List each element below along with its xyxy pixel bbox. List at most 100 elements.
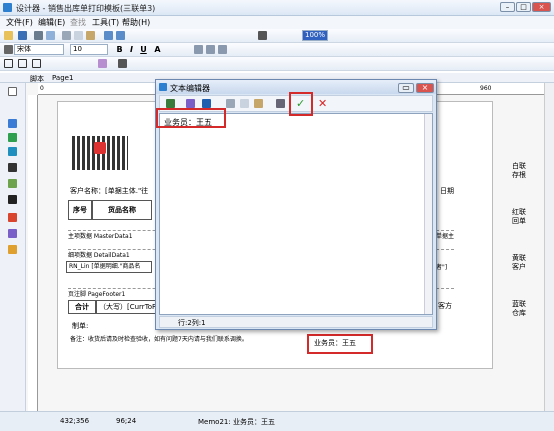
line-tool-icon[interactable] [8, 163, 17, 172]
side-copy-red: 红联回单 [512, 208, 526, 226]
cancel-x-icon[interactable]: ✕ [318, 97, 327, 110]
memo-highlight [307, 334, 373, 354]
status-bar: 432;356 96;24 Memo21: 业务员：王五 [0, 411, 554, 431]
detail-row-tail: 者"] [436, 264, 448, 271]
font-size-combo[interactable]: 10 [70, 44, 108, 55]
save-icon[interactable] [18, 31, 27, 40]
minimize-button[interactable]: – [500, 2, 515, 12]
title-bar: 设计器 - 销售出库单打印模板(三联单3) – □ × [0, 0, 554, 16]
window-title: 设计器 - 销售出库单打印模板(三联单3) [16, 4, 156, 13]
ruler-start: 0 [40, 85, 44, 92]
date-label[interactable]: 日期 [440, 188, 454, 195]
app-icon [3, 3, 12, 12]
font-combo[interactable]: 宋体 [14, 44, 64, 55]
menu-tools[interactable]: 工具(T) [92, 17, 119, 28]
cut-icon[interactable] [62, 31, 71, 40]
dialog-close-button[interactable]: × [416, 83, 434, 93]
maker-label[interactable]: 制单: [72, 323, 88, 330]
fill-color-icon[interactable] [98, 59, 107, 68]
shape-tool-icon[interactable] [8, 229, 17, 238]
dialog-icon [159, 83, 167, 91]
preview-icon[interactable] [46, 31, 55, 40]
toolbar-frame [0, 57, 554, 71]
font-color-button[interactable]: A [152, 44, 163, 55]
editor-scrollbar[interactable] [424, 114, 432, 314]
richtext-tool-icon[interactable] [8, 245, 17, 254]
cut-icon[interactable] [226, 99, 235, 108]
line-color-icon[interactable] [118, 59, 127, 68]
copy-icon[interactable] [74, 31, 83, 40]
frame-all-icon[interactable] [4, 59, 13, 68]
cursor-position: 行:2列:1 [178, 319, 206, 327]
master-band-label: 主项数据 MasterData1 [68, 233, 133, 240]
undo-icon[interactable] [104, 31, 113, 40]
frame-none-icon[interactable] [32, 59, 41, 68]
header-seq[interactable]: 序号 [68, 200, 92, 220]
toolbar-format: 宋体 10 B I U A [0, 43, 554, 57]
maximize-button[interactable]: □ [516, 2, 531, 12]
close-button[interactable]: × [532, 2, 551, 12]
font-icon [4, 45, 13, 54]
redo-icon[interactable] [116, 31, 125, 40]
detail-row-cell[interactable]: RN_Lin [单据明细."商品名 [66, 261, 152, 273]
print-icon[interactable] [34, 31, 43, 40]
header-name[interactable]: 货品名称 [92, 200, 152, 220]
new-icon[interactable] [4, 31, 13, 40]
menu-help[interactable]: 帮助(H) [122, 17, 150, 28]
side-copy-yellow-text: 黄联客户 [512, 254, 526, 271]
dialog-restore-button[interactable]: ▭ [398, 83, 414, 93]
text-tool-icon[interactable] [8, 119, 17, 128]
grid-icon[interactable] [258, 31, 267, 40]
selected-object: Memo21: 业务员：王五 [198, 418, 275, 426]
total-tail: 客方 [438, 302, 452, 310]
copy-icon[interactable] [240, 99, 249, 108]
master-tail: 单据主 [436, 233, 455, 240]
left-toolbox [0, 83, 26, 411]
paste-icon[interactable] [86, 31, 95, 40]
band-tool-icon[interactable] [8, 133, 17, 142]
footer-band-label: 页注脚 PageFooter1 [68, 291, 126, 298]
ruler-end: 960 [480, 85, 492, 92]
aggregate-icon[interactable] [202, 99, 211, 108]
menu-find[interactable]: 查找 [70, 17, 86, 28]
tab-page1[interactable]: Page1 [52, 74, 73, 82]
picture-tool-icon[interactable] [8, 179, 17, 188]
table-tool-icon[interactable] [8, 147, 17, 156]
side-copy-yellow: 黄联客户 [512, 254, 526, 272]
bold-button[interactable]: B [114, 44, 125, 55]
align-left-icon[interactable] [194, 45, 203, 54]
total-upper[interactable]: （大写）[CurrToRM [96, 300, 156, 314]
object-size: 96;24 [116, 417, 137, 425]
align-right-icon[interactable] [218, 45, 227, 54]
menu-edit[interactable]: 编辑(E) [38, 17, 65, 28]
side-copy-blue-text: 蓝联仓库 [512, 300, 526, 317]
total-label[interactable]: 合计 [68, 300, 96, 314]
frame-top-icon[interactable] [18, 59, 27, 68]
insert-expression-icon[interactable] [166, 99, 175, 108]
underline-button[interactable]: U [138, 44, 149, 55]
remark-note[interactable]: 备注：收货后请及时检查验收，如有问题7天内请与我们联系调换。 [70, 336, 248, 343]
menu-bar: 文件(F) 编辑(E) 查找 工具(T) 帮助(H) [0, 16, 554, 29]
content-highlight [156, 108, 226, 128]
customer-label[interactable]: 客户名称：[单据主体."往 [70, 188, 148, 195]
paste-icon[interactable] [254, 99, 263, 108]
select-tool-icon[interactable] [8, 87, 17, 96]
vertical-ruler [28, 95, 38, 411]
align-center-icon[interactable] [206, 45, 215, 54]
dialog-statusbar: 行:2列:1 [159, 316, 433, 328]
side-copy-white: 白联存根 [512, 162, 526, 180]
italic-button[interactable]: I [126, 44, 137, 55]
detail-band-label: 细项数据 DetailData1 [68, 252, 130, 259]
logo-badge [94, 142, 106, 154]
barcode-tool-icon[interactable] [8, 195, 17, 204]
word-wrap-icon[interactable] [276, 99, 285, 108]
side-copy-blue: 蓝联仓库 [512, 300, 526, 318]
toolbar-standard: 100% [0, 29, 554, 43]
vertical-scrollbar[interactable] [544, 83, 554, 411]
zoom-combo[interactable]: 100% [302, 30, 328, 41]
side-copy-white-text: 白联存根 [512, 162, 526, 179]
menu-file[interactable]: 文件(F) [6, 17, 33, 28]
chart-tool-icon[interactable] [8, 213, 17, 222]
text-editor-area[interactable]: 业务员：王五 [159, 113, 433, 315]
function-icon[interactable] [186, 99, 195, 108]
